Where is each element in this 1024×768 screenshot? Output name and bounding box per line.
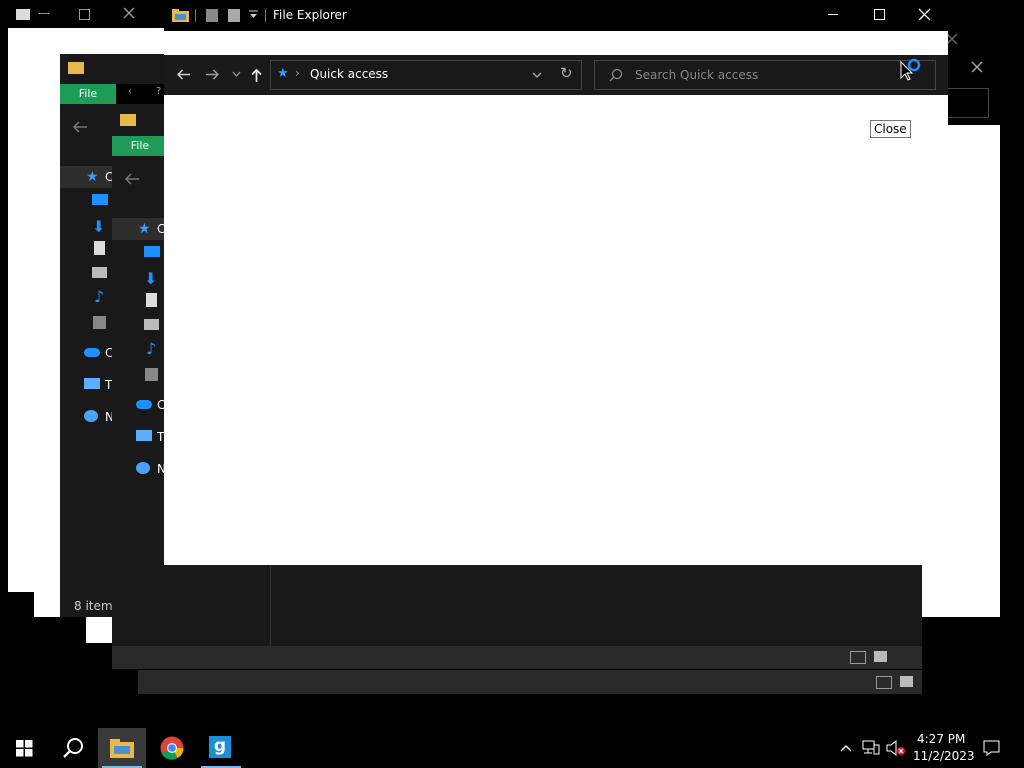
ribbon-chevron: ‹ bbox=[128, 86, 132, 97]
minimize-icon[interactable] bbox=[828, 14, 838, 15]
background-window-white-2 bbox=[8, 236, 60, 592]
background-window-titlebar: — bbox=[8, 0, 168, 28]
clock-date[interactable]: 11/2/2023 bbox=[913, 749, 975, 763]
star-icon: ★ bbox=[86, 169, 99, 185]
taskbar: g 4:27 PM 11/2/2023 bbox=[0, 728, 1024, 768]
music-icon: ♪ bbox=[94, 287, 105, 306]
videos-icon bbox=[145, 368, 158, 381]
address-dropdown-icon[interactable] bbox=[532, 72, 542, 78]
forward-arrow-icon[interactable] bbox=[205, 68, 220, 81]
back-arrow-icon[interactable] bbox=[124, 172, 140, 186]
address-location: Quick access bbox=[310, 67, 389, 81]
close-icon[interactable] bbox=[970, 60, 984, 74]
notifications-icon[interactable] bbox=[983, 740, 1000, 756]
maximize-icon[interactable] bbox=[874, 9, 885, 20]
star-icon: ★ bbox=[277, 66, 289, 81]
this-pc-icon bbox=[84, 378, 100, 389]
separator bbox=[195, 9, 196, 22]
folder-icon bbox=[68, 62, 84, 74]
pictures-icon bbox=[144, 319, 159, 330]
new-folder-icon[interactable] bbox=[228, 9, 240, 22]
search-box-edge bbox=[948, 88, 989, 118]
explorer-window-2-ribbon-bar: ‹ ? bbox=[116, 84, 164, 104]
back-arrow-icon[interactable] bbox=[176, 68, 191, 81]
window-title: File Explorer bbox=[273, 8, 347, 22]
explorer-window-4-edge bbox=[922, 565, 948, 617]
background-window-right-titlebar bbox=[948, 52, 1000, 125]
search-button[interactable] bbox=[48, 728, 96, 768]
large-icons-view-icon[interactable] bbox=[874, 651, 887, 662]
busy-cursor-icon bbox=[900, 58, 924, 82]
this-pc-icon bbox=[136, 430, 152, 441]
navigation-bar: ★ › Quick access ↻ Search Quick access bbox=[164, 55, 948, 95]
downloads-icon: ⬇ bbox=[144, 269, 158, 288]
separator bbox=[265, 9, 266, 22]
background-window-white-3 bbox=[34, 590, 60, 617]
recent-locations-icon[interactable] bbox=[232, 71, 241, 77]
file-explorer-window: File Explorer ★ › Quick access ↻ Search … bbox=[164, 0, 948, 565]
back-arrow-icon[interactable] bbox=[72, 120, 88, 134]
folder-icon bbox=[172, 9, 189, 22]
chrome-taskbar-button[interactable] bbox=[148, 728, 196, 768]
content-pane-separator bbox=[270, 566, 271, 646]
up-arrow-icon[interactable] bbox=[250, 68, 263, 83]
background-window-white-4 bbox=[86, 617, 112, 643]
desktop-icon bbox=[144, 246, 160, 257]
ribbon-help: ? bbox=[156, 86, 162, 97]
ribbon-file-tab[interactable]: File bbox=[112, 136, 168, 156]
minimize-button[interactable]: — bbox=[38, 6, 50, 20]
search-box[interactable]: Search Quick access bbox=[594, 60, 936, 90]
content-area[interactable] bbox=[164, 95, 948, 565]
clock-time[interactable]: 4:27 PM bbox=[917, 732, 965, 746]
documents-icon bbox=[146, 293, 157, 307]
search-placeholder: Search Quick access bbox=[635, 68, 759, 82]
folder-icon bbox=[120, 114, 136, 126]
maximize-icon[interactable] bbox=[79, 9, 90, 20]
start-icon bbox=[16, 740, 33, 757]
onedrive-icon bbox=[84, 348, 100, 357]
network-icon bbox=[136, 462, 150, 474]
customize-toolbar-icon[interactable] bbox=[249, 10, 258, 20]
details-view-icon[interactable] bbox=[850, 651, 866, 664]
search-icon bbox=[609, 68, 623, 82]
ribbon-file-tab[interactable]: File bbox=[60, 84, 116, 104]
onedrive-icon bbox=[136, 400, 152, 409]
refresh-icon[interactable]: ↻ bbox=[560, 64, 573, 82]
close-tooltip: Close bbox=[870, 120, 911, 138]
close-icon[interactable] bbox=[122, 6, 136, 20]
details-view-icon[interactable] bbox=[876, 676, 892, 689]
file-explorer-icon bbox=[110, 739, 134, 758]
title-bar: File Explorer bbox=[164, 0, 948, 31]
file-explorer-taskbar-button[interactable] bbox=[98, 728, 146, 768]
window-app-icon bbox=[16, 9, 30, 20]
chrome-icon bbox=[160, 736, 184, 760]
address-separator: › bbox=[295, 66, 300, 80]
documents-icon bbox=[94, 241, 105, 255]
search-icon bbox=[62, 737, 84, 759]
network-icon[interactable] bbox=[862, 740, 880, 756]
volume-muted-icon[interactable] bbox=[886, 740, 906, 756]
close-icon[interactable] bbox=[918, 8, 931, 21]
videos-icon bbox=[93, 316, 106, 329]
star-icon: ★ bbox=[138, 221, 151, 237]
show-hidden-icons-chevron-icon[interactable] bbox=[840, 744, 852, 752]
start-button[interactable] bbox=[0, 728, 48, 768]
g-app-taskbar-button[interactable]: g bbox=[197, 728, 245, 768]
desktop-icon bbox=[92, 194, 108, 205]
downloads-icon: ⬇ bbox=[92, 217, 106, 236]
music-icon: ♪ bbox=[146, 339, 157, 358]
status-bar bbox=[112, 646, 922, 669]
explorer-window-4-status-bar bbox=[138, 670, 922, 694]
pictures-icon bbox=[92, 267, 107, 278]
background-window-right-white bbox=[948, 125, 1000, 617]
properties-icon[interactable] bbox=[206, 9, 218, 22]
g-app-icon: g bbox=[209, 736, 231, 758]
large-icons-view-icon[interactable] bbox=[900, 676, 913, 687]
network-icon bbox=[84, 410, 98, 422]
address-bar[interactable]: ★ › Quick access ↻ bbox=[270, 60, 582, 90]
